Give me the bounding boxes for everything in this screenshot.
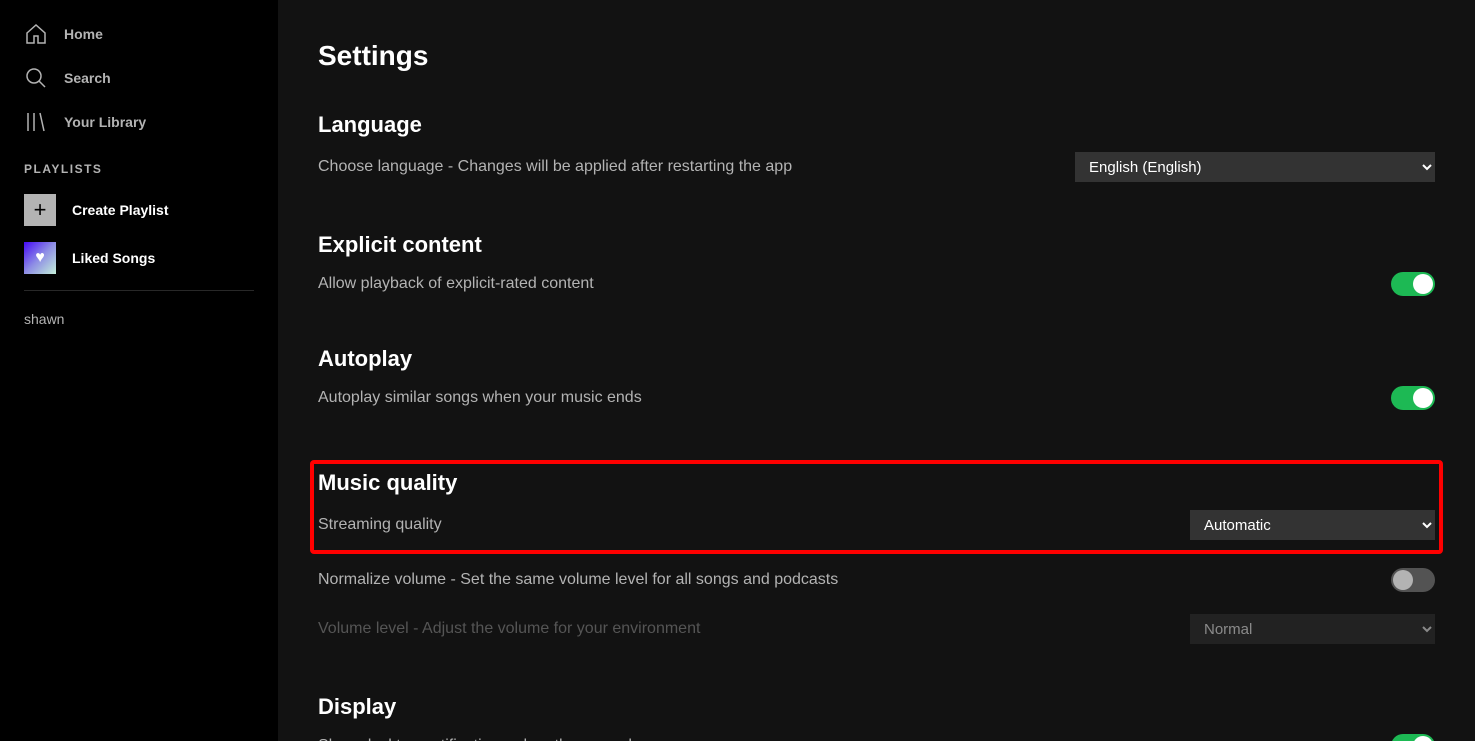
settings-main: Settings Language Choose language - Chan… (278, 0, 1475, 741)
language-desc: Choose language - Changes will be applie… (318, 158, 792, 176)
sidebar-item-label: Search (64, 70, 111, 86)
notifications-desc: Show desktop notifications when the song… (318, 737, 681, 741)
notifications-row: Show desktop notifications when the song… (318, 734, 1435, 741)
sidebar: Home Search Your Library PLAYLISTS + Cre… (0, 0, 278, 741)
sidebar-item-library[interactable]: Your Library (8, 100, 270, 144)
volume-level-desc: Volume level - Adjust the volume for you… (318, 620, 700, 638)
explicit-desc: Allow playback of explicit-rated content (318, 275, 594, 293)
language-row: Choose language - Changes will be applie… (318, 152, 1435, 182)
home-icon (24, 22, 48, 46)
sidebar-item-search[interactable]: Search (8, 56, 270, 100)
search-icon (24, 66, 48, 90)
normalize-desc: Normalize volume - Set the same volume l… (318, 571, 838, 589)
plus-icon: + (24, 194, 56, 226)
streaming-quality-label: Streaming quality (318, 516, 442, 534)
liked-songs-button[interactable]: ♥ Liked Songs (0, 234, 278, 282)
display-heading: Display (318, 694, 1435, 720)
sidebar-item-label: Your Library (64, 114, 146, 130)
autoplay-desc: Autoplay similar songs when your music e… (318, 389, 642, 407)
page-title: Settings (318, 40, 1435, 72)
library-icon (24, 110, 48, 134)
music-quality-heading: Music quality (318, 470, 1435, 496)
sidebar-item-home[interactable]: Home (8, 12, 270, 56)
volume-level-select: Normal (1190, 614, 1435, 644)
language-heading: Language (318, 112, 1435, 138)
autoplay-row: Autoplay similar songs when your music e… (318, 386, 1435, 410)
streaming-quality-row: Streaming quality Automatic (318, 510, 1435, 540)
volume-level-row: Volume level - Adjust the volume for you… (318, 614, 1435, 644)
sidebar-nav: Home Search Your Library (0, 12, 278, 144)
music-quality-highlight: Music quality Streaming quality Automati… (310, 460, 1443, 554)
sidebar-playlist-item[interactable]: shawn (0, 299, 278, 339)
playlists-header: PLAYLISTS (0, 144, 278, 186)
create-playlist-button[interactable]: + Create Playlist (0, 186, 278, 234)
explicit-row: Allow playback of explicit-rated content (318, 272, 1435, 296)
liked-songs-label: Liked Songs (72, 250, 155, 266)
streaming-quality-select[interactable]: Automatic (1190, 510, 1435, 540)
autoplay-heading: Autoplay (318, 346, 1435, 372)
create-playlist-label: Create Playlist (72, 202, 169, 218)
normalize-toggle[interactable] (1391, 568, 1435, 592)
language-select[interactable]: English (English) (1075, 152, 1435, 182)
notifications-toggle[interactable] (1391, 734, 1435, 741)
heart-icon: ♥ (24, 242, 56, 274)
sidebar-item-label: Home (64, 26, 103, 42)
app-root: Home Search Your Library PLAYLISTS + Cre… (0, 0, 1475, 741)
explicit-toggle[interactable] (1391, 272, 1435, 296)
sidebar-divider (24, 290, 254, 291)
autoplay-toggle[interactable] (1391, 386, 1435, 410)
normalize-row: Normalize volume - Set the same volume l… (318, 568, 1435, 592)
explicit-heading: Explicit content (318, 232, 1435, 258)
